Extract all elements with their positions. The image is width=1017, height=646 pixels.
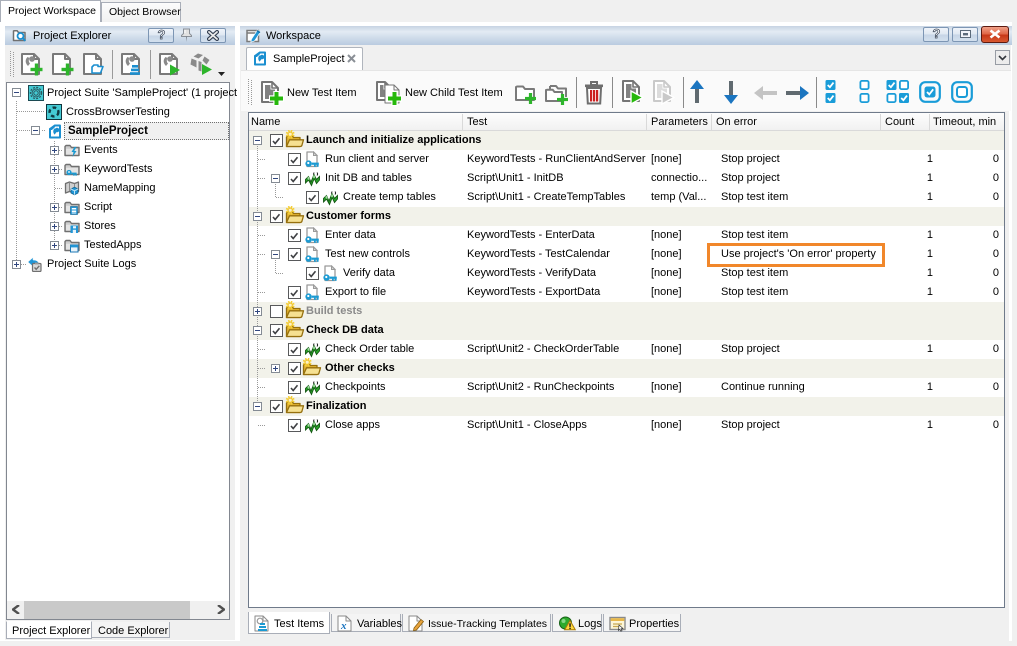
svg-text:?: ? — [933, 27, 941, 40]
svg-text:x: x — [340, 620, 347, 632]
svg-text:?: ? — [158, 28, 166, 41]
